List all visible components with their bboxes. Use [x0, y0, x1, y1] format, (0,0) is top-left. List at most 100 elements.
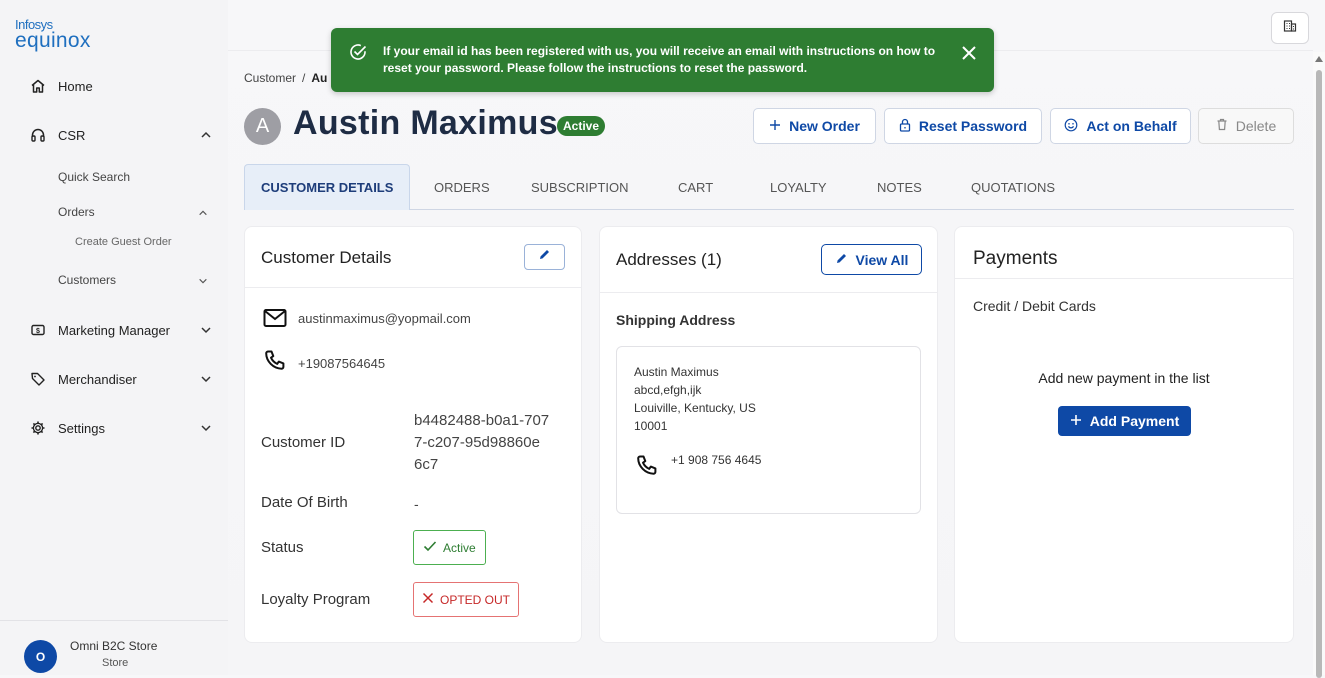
store-switcher[interactable]: O Omni B2C Store Store	[0, 620, 228, 675]
sidebar-item-label: Merchandiser	[58, 371, 137, 387]
customer-id-label: Customer ID	[261, 434, 346, 451]
chevron-up-icon[interactable]	[196, 206, 210, 220]
check-circle-icon	[348, 42, 368, 62]
card-title: Addresses (1)	[616, 250, 722, 269]
view-all-label: View All	[855, 251, 909, 268]
customer-id-line: 7-c207-95d98860e	[414, 434, 540, 451]
loyalty-chip: OPTED OUT	[413, 582, 520, 617]
tab-customer-details[interactable]: CUSTOMER DETAILS	[244, 164, 411, 210]
lock-icon	[899, 118, 911, 135]
scrollbar[interactable]	[1313, 52, 1325, 678]
chevron-down-icon	[198, 322, 214, 338]
sidebar-item-orders[interactable]: Orders	[58, 205, 95, 219]
act-on-behalf-button[interactable]: Act on Behalf	[1050, 108, 1191, 144]
tab-orders[interactable]: ORDERS	[434, 164, 490, 210]
tab-subscription[interactable]: SUBSCRIPTION	[531, 164, 629, 210]
shipping-address-title: Shipping Address	[616, 312, 736, 328]
sidebar-item-customers[interactable]: Customers	[58, 273, 116, 287]
card-title: Payments	[973, 248, 1058, 269]
breadcrumb-root[interactable]: Customer	[244, 71, 296, 85]
breadcrumb-current: Au	[311, 71, 328, 85]
delete-button[interactable]: Delete	[1198, 108, 1294, 144]
brand-logo[interactable]: Infosys equinox	[15, 18, 91, 51]
sidebar-item-csr[interactable]: CSR	[0, 115, 228, 155]
add-payment-button[interactable]: Add Payment	[1058, 406, 1191, 436]
customer-id-value: b4482488-b0a1-707 7-c207-95d98860e 6c7	[414, 410, 549, 476]
mail-icon	[263, 308, 287, 333]
pencil-icon	[835, 252, 848, 268]
customer-id-line: b4482488-b0a1-707	[414, 412, 550, 429]
check-icon	[423, 540, 437, 555]
headset-icon	[29, 126, 47, 144]
store-type: Store	[102, 657, 129, 669]
scrollbar-thumb[interactable]	[1316, 70, 1322, 678]
tag-icon	[29, 370, 47, 388]
sidebar-item-label: Marketing Manager	[58, 322, 170, 338]
customer-avatar: A	[244, 108, 281, 145]
tab-loyalty[interactable]: LOYALTY	[770, 164, 827, 210]
sidebar-item-home[interactable]: Home	[0, 66, 228, 106]
sidebar-item-label: Settings	[58, 420, 105, 436]
apps-button[interactable]	[1271, 12, 1309, 44]
customer-phone: +19087564645	[298, 356, 386, 371]
tab-notes[interactable]: NOTES	[877, 164, 922, 210]
plus-icon	[1070, 413, 1082, 429]
sidebar-item-label: Home	[58, 78, 93, 94]
address-line: Louiville, Kentucky, US	[634, 401, 756, 415]
gear-icon	[29, 419, 47, 437]
customer-id-line: 6c7	[414, 456, 439, 473]
address-name: Austin Maximus	[634, 365, 719, 379]
home-icon	[29, 77, 47, 95]
reset-password-button[interactable]: Reset Password	[884, 108, 1042, 144]
new-order-label: New Order	[789, 118, 860, 134]
cards-subtitle: Credit / Debit Cards	[973, 298, 1096, 314]
close-icon[interactable]	[960, 44, 978, 62]
phone-icon	[263, 349, 287, 378]
chevron-down-icon[interactable]	[196, 274, 210, 288]
sidebar-item-quick-search[interactable]: Quick Search	[58, 170, 130, 184]
pencil-icon	[538, 248, 551, 266]
chevron-down-icon	[198, 371, 214, 387]
toast-message: If your email id has been registered wit…	[383, 44, 936, 75]
delete-label: Delete	[1235, 118, 1277, 134]
tab-bar: CUSTOMER DETAILS ORDERS SUBSCRIPTION CAR…	[244, 164, 1294, 210]
add-payment-label: Add Payment	[1089, 413, 1180, 429]
new-order-button[interactable]: New Order	[753, 108, 876, 144]
sidebar-item-label: CSR	[58, 127, 86, 143]
customer-email: austinmaximus@yopmail.com	[298, 311, 471, 326]
loyalty-chip-label: OPTED OUT	[440, 592, 511, 607]
view-all-button[interactable]: View All	[821, 244, 922, 275]
scroll-up-arrow-icon[interactable]	[1315, 56, 1323, 62]
payments-card: Payments Credit / Debit Cards Add new pa…	[954, 226, 1294, 643]
tab-cart[interactable]: CART	[678, 164, 713, 210]
store-name: Omni B2C Store	[70, 639, 158, 653]
edit-details-button[interactable]	[524, 244, 565, 270]
address-phone: +1 908 756 4645	[671, 453, 762, 467]
sidebar-item-create-guest-order[interactable]: Create Guest Order	[75, 236, 172, 248]
reset-password-label: Reset Password	[918, 118, 1028, 134]
building-icon	[1283, 19, 1297, 38]
customer-details-card: Customer Details austinmaximus@yopmail.c…	[244, 226, 582, 643]
status-chip-label: Active	[443, 540, 476, 555]
chevron-up-icon	[198, 127, 214, 143]
tab-quotations[interactable]: QUOTATIONS	[971, 164, 1055, 210]
store-avatar: O	[24, 640, 57, 673]
sidebar-item-marketing-manager[interactable]: $ Marketing Manager	[0, 310, 228, 350]
page-title: Austin Maximus	[293, 104, 558, 142]
smile-icon	[1064, 118, 1078, 135]
address-card[interactable]: Austin Maximus abcd,efgh,ijk Louiville, …	[616, 346, 921, 514]
chevron-down-icon	[198, 420, 214, 436]
empty-payments-message: Add new payment in the list	[1038, 370, 1210, 386]
card-title: Customer Details	[261, 248, 392, 267]
sidebar: Infosys equinox Home CSR Quick Search Or…	[0, 0, 228, 675]
close-icon	[422, 592, 434, 607]
brand-line2: equinox	[15, 29, 91, 52]
act-on-behalf-label: Act on Behalf	[1086, 118, 1177, 134]
dollar-icon: $	[29, 321, 47, 339]
addresses-card: Addresses (1) View All Shipping Address …	[599, 226, 938, 643]
status-chip: Active	[413, 530, 486, 565]
sidebar-item-merchandiser[interactable]: Merchandiser	[0, 359, 228, 399]
breadcrumb-separator: /	[302, 71, 306, 85]
sidebar-item-settings[interactable]: Settings	[0, 408, 228, 448]
plus-icon	[769, 118, 781, 134]
